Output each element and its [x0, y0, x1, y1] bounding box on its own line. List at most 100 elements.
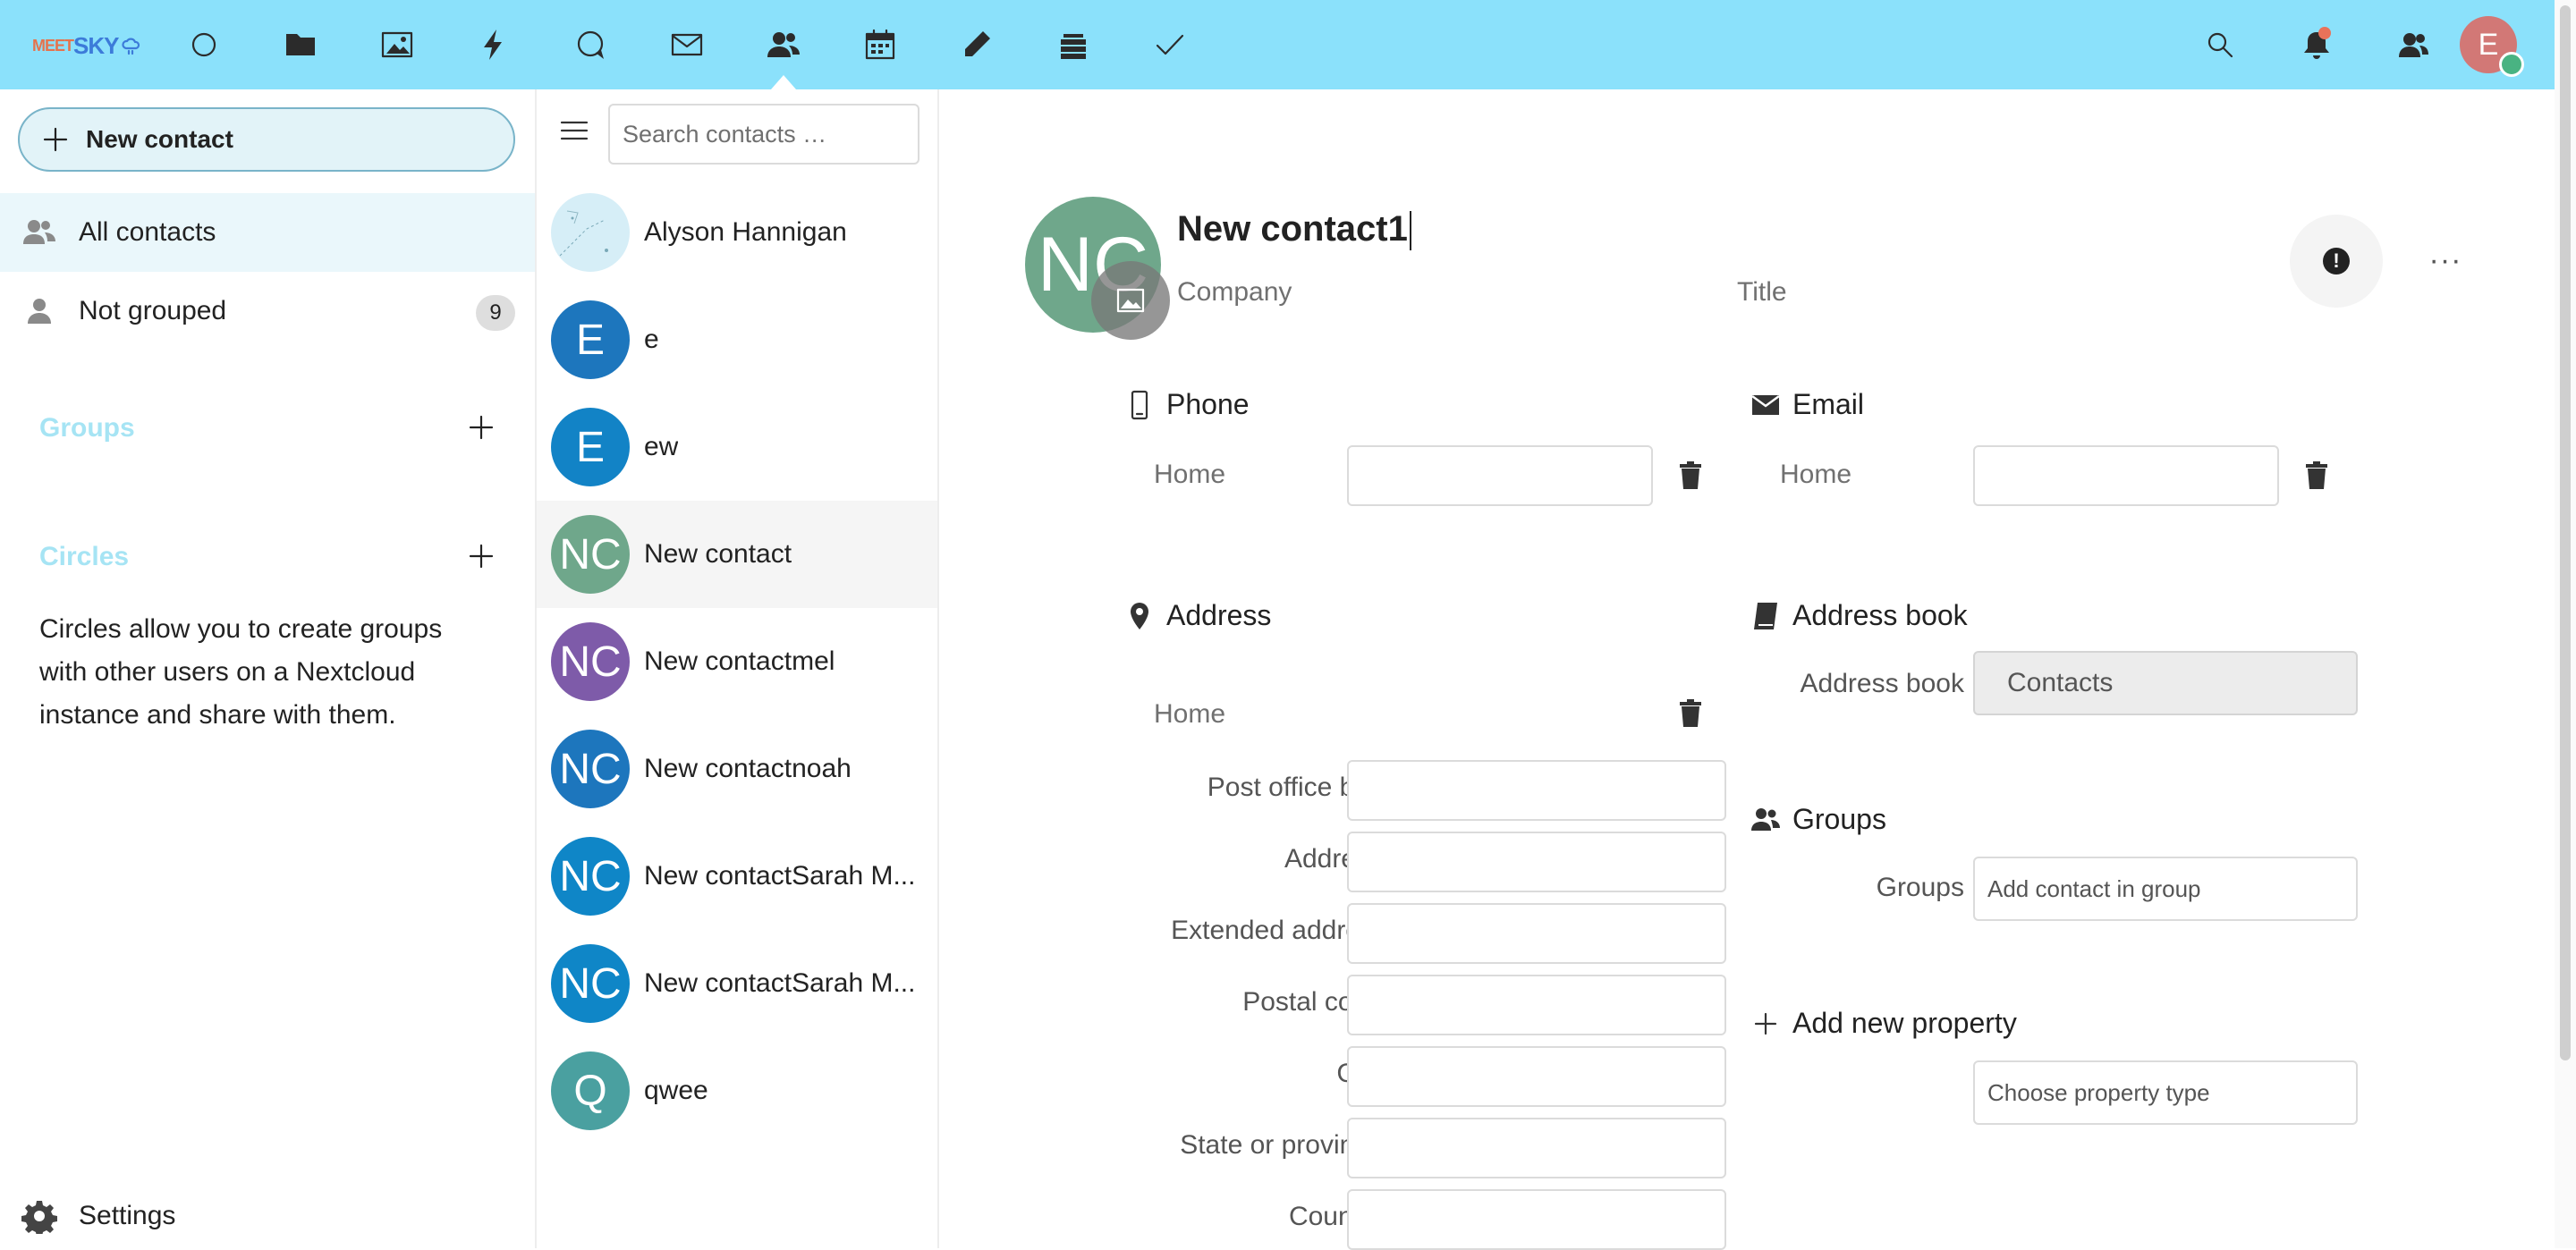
country-input[interactable] — [1347, 1189, 1726, 1250]
city-input[interactable] — [1347, 1046, 1726, 1107]
postal-code-input[interactable] — [1347, 975, 1726, 1035]
contact-list-item[interactable]: Eew — [537, 393, 937, 501]
search-contacts-input[interactable] — [608, 104, 919, 165]
contact-avatar-thumb: NC — [551, 944, 630, 1023]
add-circle-icon[interactable] — [462, 536, 501, 576]
contact-avatar-thumb: Q — [551, 1052, 630, 1130]
nav-item-all-contacts[interactable]: All contacts — [0, 193, 535, 272]
search-icon[interactable] — [2199, 23, 2241, 66]
not-grouped-count-badge: 9 — [476, 295, 515, 331]
plus-icon — [43, 127, 68, 152]
contact-name: ew — [644, 432, 679, 461]
street-address-label: Address — [1284, 844, 1383, 874]
new-contact-button[interactable]: New contact — [18, 107, 515, 172]
validation-warning-button[interactable]: ! — [2290, 215, 2383, 308]
app-navigation: New contact All contacts Not grouped 9 G… — [0, 89, 537, 1248]
talk-app-icon[interactable] — [567, 21, 614, 68]
addressbook-select[interactable]: Contacts — [1973, 651, 2358, 715]
tasks-app-icon[interactable] — [1147, 21, 1193, 68]
email-section-header: Email — [1750, 388, 1864, 421]
more-actions-button[interactable]: ··· — [2424, 243, 2467, 277]
groups-section-header: Groups — [1750, 803, 1886, 836]
post-office-box-label: Post office box — [1207, 773, 1383, 802]
contact-list-item[interactable]: NC New contact — [537, 501, 937, 608]
groups-caption: Groups — [39, 413, 135, 443]
circles-description: Circles allow you to create groups with … — [39, 614, 443, 730]
cloud-icon — [122, 38, 140, 55]
book-icon — [1754, 602, 1777, 629]
activity-app-icon[interactable] — [470, 21, 517, 68]
contact-avatar-thumb — [551, 193, 630, 272]
email-type-select[interactable]: Home — [1780, 460, 1852, 490]
notifications-bell-icon[interactable] — [2295, 23, 2338, 66]
contact-avatar-thumb: NC — [551, 515, 630, 594]
groups-label: Groups — [1876, 873, 1964, 902]
avatar-upload-button[interactable] — [1091, 261, 1170, 340]
mail-app-icon[interactable] — [664, 21, 710, 68]
contact-name: e — [644, 325, 659, 354]
contact-name: New contactSarah M... — [644, 861, 916, 891]
extended-address-input[interactable] — [1347, 903, 1726, 964]
photos-app-icon[interactable] — [374, 21, 420, 68]
add-group-icon[interactable] — [462, 408, 501, 447]
text-cursor — [1409, 211, 1411, 251]
company-input[interactable]: Company — [1177, 277, 1292, 308]
contact-list-item[interactable]: NC New contactSarah M... — [537, 930, 937, 1037]
post-office-box-input[interactable] — [1347, 760, 1726, 821]
contact-list-item[interactable]: NC New contactmel — [537, 608, 937, 715]
contact-list-item[interactable]: NC New contactSarah M... — [537, 823, 937, 930]
dashboard-app-icon[interactable] — [181, 21, 227, 68]
contact-name: New contactnoah — [644, 754, 852, 783]
contacts-app-icon[interactable] — [760, 21, 807, 68]
delete-email-icon[interactable] — [2301, 460, 2333, 492]
addressbook-label: Address book — [1800, 669, 1964, 698]
phone-number-input[interactable] — [1347, 445, 1653, 506]
contacts-group-icon — [1751, 807, 1780, 831]
title-input[interactable]: Title — [1737, 277, 1787, 308]
address-type-select[interactable]: Home — [1154, 699, 1225, 730]
contact-name-input[interactable]: New contact1 — [1177, 209, 1411, 251]
page-scrollbar-thumb[interactable] — [2560, 5, 2571, 1060]
contact-name: qwee — [644, 1076, 708, 1105]
contact-name: New contactSarah M... — [644, 968, 916, 998]
notification-dot — [2318, 27, 2331, 39]
contact-list-item[interactable]: Qqwee — [537, 1037, 937, 1144]
addressbook-section-header: Address book — [1750, 599, 1968, 632]
phone-icon — [1131, 390, 1148, 419]
settings-button[interactable]: Settings — [0, 1189, 535, 1243]
property-type-select[interactable]: Choose property type — [1973, 1060, 2358, 1125]
contact-name: New contact — [644, 539, 792, 569]
add-new-property-header: Add new property — [1750, 1007, 2017, 1040]
country-label: Country — [1288, 1202, 1383, 1231]
contact-list-item[interactable]: Alyson Hannigan — [537, 179, 937, 286]
contact-name: New contactmel — [644, 646, 835, 676]
contact-list: Alyson HanniganEeEewNCNew contactNCNew c… — [537, 89, 939, 1248]
delete-address-icon[interactable] — [1674, 697, 1707, 730]
contacts-group-icon — [23, 220, 55, 244]
deck-app-icon[interactable] — [1050, 21, 1097, 68]
delete-phone-icon[interactable] — [1674, 460, 1707, 492]
email-input[interactable] — [1973, 445, 2279, 506]
address-section-header: Address — [1123, 599, 1271, 632]
plus-icon — [1754, 1012, 1777, 1035]
user-status-indicator — [2499, 52, 2524, 77]
notes-app-icon[interactable] — [953, 21, 1000, 68]
phone-type-select[interactable]: Home — [1154, 460, 1225, 490]
street-address-input[interactable] — [1347, 832, 1726, 892]
files-app-icon[interactable] — [277, 21, 324, 68]
calendar-app-icon[interactable] — [857, 21, 903, 68]
app-logo[interactable]: MEET SKY — [32, 32, 141, 59]
contact-avatar-thumb: E — [551, 408, 630, 486]
groups-multiselect[interactable]: Add contact in group — [1973, 857, 2358, 921]
nav-item-not-grouped[interactable]: Not grouped 9 — [0, 272, 535, 351]
top-header: MEET SKY E — [0, 0, 2555, 89]
contact-avatar-thumb: NC — [551, 622, 630, 701]
active-app-indicator — [771, 75, 796, 89]
contacts-menu-icon[interactable] — [2392, 23, 2435, 66]
contact-list-item[interactable]: Ee — [537, 286, 937, 393]
state-input[interactable] — [1347, 1118, 1726, 1178]
gear-icon — [21, 1201, 57, 1234]
contact-list-item[interactable]: NC New contactnoah — [537, 715, 937, 823]
menu-toggle-icon[interactable] — [556, 113, 592, 148]
contact-photo — [559, 210, 608, 257]
